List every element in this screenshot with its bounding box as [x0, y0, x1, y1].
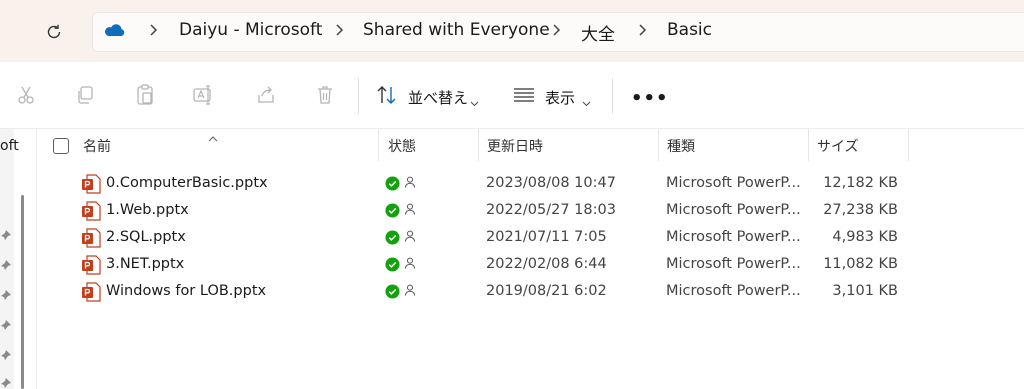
- powerpoint-file-icon: [82, 228, 101, 248]
- file-modified: 2022/02/08 6:44: [486, 256, 607, 272]
- paste-button[interactable]: [134, 84, 156, 106]
- scissors-icon: [18, 86, 34, 104]
- synced-check-icon: [385, 203, 400, 218]
- file-modified: 2019/08/21 6:02: [486, 283, 607, 299]
- chevron-right-icon[interactable]: [551, 22, 561, 41]
- refresh-icon: [47, 24, 61, 39]
- column-header-status[interactable]: 状態: [388, 136, 416, 156]
- powerpoint-file-icon: [82, 255, 101, 275]
- view-button[interactable]: 表示: [545, 87, 575, 108]
- file-name: 1.Web.pptx: [106, 202, 189, 218]
- file-type: Microsoft PowerP...: [666, 229, 801, 245]
- synced-check-icon: [385, 176, 400, 191]
- file-size: 3,101 KB: [832, 283, 898, 299]
- powerpoint-file-icon: [82, 282, 101, 302]
- breadcrumb-item[interactable]: Daiyu - Microsoft: [179, 20, 322, 40]
- pin-icon[interactable]: [1, 350, 11, 360]
- refresh-button[interactable]: [40, 18, 68, 46]
- powerpoint-file-icon: [82, 201, 101, 221]
- pin-icon[interactable]: [1, 230, 11, 240]
- column-separator[interactable]: [478, 129, 479, 161]
- column-header-type[interactable]: 種類: [667, 136, 695, 156]
- pin-icon[interactable]: [1, 260, 11, 270]
- toolbar-separator: [612, 78, 613, 114]
- shared-person-icon: [405, 176, 415, 188]
- synced-check-icon: [385, 284, 400, 299]
- toolbar-separator: [358, 78, 359, 114]
- synced-check-icon: [385, 230, 400, 245]
- file-name: Windows for LOB.pptx: [106, 283, 267, 299]
- rename-icon: [193, 85, 211, 105]
- chevron-right-icon[interactable]: [637, 22, 647, 41]
- breadcrumb-item[interactable]: Shared with Everyone: [363, 20, 550, 40]
- cut-button[interactable]: [15, 84, 37, 106]
- file-modified: 2021/07/11 7:05: [486, 229, 607, 245]
- file-size: 11,082 KB: [823, 256, 898, 272]
- file-type: Microsoft PowerP...: [666, 283, 801, 299]
- pin-icon[interactable]: [1, 320, 11, 330]
- powerpoint-file-icon: [82, 174, 101, 194]
- column-header-name[interactable]: 名前: [83, 136, 111, 156]
- column-separator[interactable]: [808, 129, 809, 161]
- pin-icon[interactable]: [1, 378, 11, 388]
- chevron-down-icon: [582, 92, 591, 111]
- more-options-button[interactable]: •••: [631, 88, 669, 109]
- select-all-checkbox[interactable]: [53, 138, 69, 154]
- file-modified: 2022/05/27 18:03: [486, 202, 616, 218]
- file-size: 27,238 KB: [823, 202, 898, 218]
- command-bar-divider: [0, 128, 1024, 129]
- pin-icon[interactable]: [1, 290, 11, 300]
- file-modified: 2023/08/08 10:47: [486, 175, 616, 191]
- delete-button[interactable]: [314, 84, 336, 106]
- file-type: Microsoft PowerP...: [666, 256, 801, 272]
- shared-person-icon: [405, 284, 415, 296]
- column-separator[interactable]: [378, 129, 379, 161]
- file-name: 2.SQL.pptx: [106, 229, 186, 245]
- column-separator[interactable]: [908, 129, 909, 161]
- nav-item-partial[interactable]: oft: [0, 138, 19, 154]
- column-header-modified[interactable]: 更新日時: [487, 136, 543, 156]
- file-type: Microsoft PowerP...: [666, 175, 801, 191]
- chevron-down-icon: [470, 92, 479, 111]
- column-separator[interactable]: [658, 129, 659, 161]
- sort-ascending-icon: [208, 127, 218, 146]
- view-lines-icon: [513, 84, 535, 106]
- file-size: 4,983 KB: [832, 229, 898, 245]
- shared-person-icon: [405, 203, 415, 215]
- breadcrumb-item-current[interactable]: Basic: [667, 20, 712, 40]
- chevron-right-icon[interactable]: [334, 22, 344, 41]
- synced-check-icon: [385, 257, 400, 272]
- copy-button[interactable]: [74, 84, 96, 106]
- share-icon: [258, 86, 274, 103]
- trash-icon: [318, 86, 332, 104]
- file-size: 12,182 KB: [823, 175, 898, 191]
- file-name: 0.ComputerBasic.pptx: [106, 175, 268, 191]
- nav-pane-border: [36, 129, 37, 389]
- breadcrumb-item[interactable]: 大全: [581, 20, 615, 45]
- share-button[interactable]: [255, 84, 277, 106]
- chevron-right-icon[interactable]: [148, 22, 158, 41]
- onedrive-cloud-icon[interactable]: [103, 22, 125, 42]
- file-name: 3.NET.pptx: [106, 256, 185, 272]
- sort-icon: [376, 84, 398, 106]
- file-type: Microsoft PowerP...: [666, 202, 801, 218]
- copy-icon: [78, 86, 93, 104]
- clipboard-icon: [137, 84, 153, 105]
- column-header-size[interactable]: サイズ: [817, 136, 859, 156]
- shared-person-icon: [405, 230, 415, 242]
- nav-scrollbar[interactable]: [21, 195, 24, 389]
- shared-person-icon: [405, 257, 415, 269]
- rename-button[interactable]: [193, 84, 215, 106]
- sort-button[interactable]: 並べ替え: [408, 87, 468, 108]
